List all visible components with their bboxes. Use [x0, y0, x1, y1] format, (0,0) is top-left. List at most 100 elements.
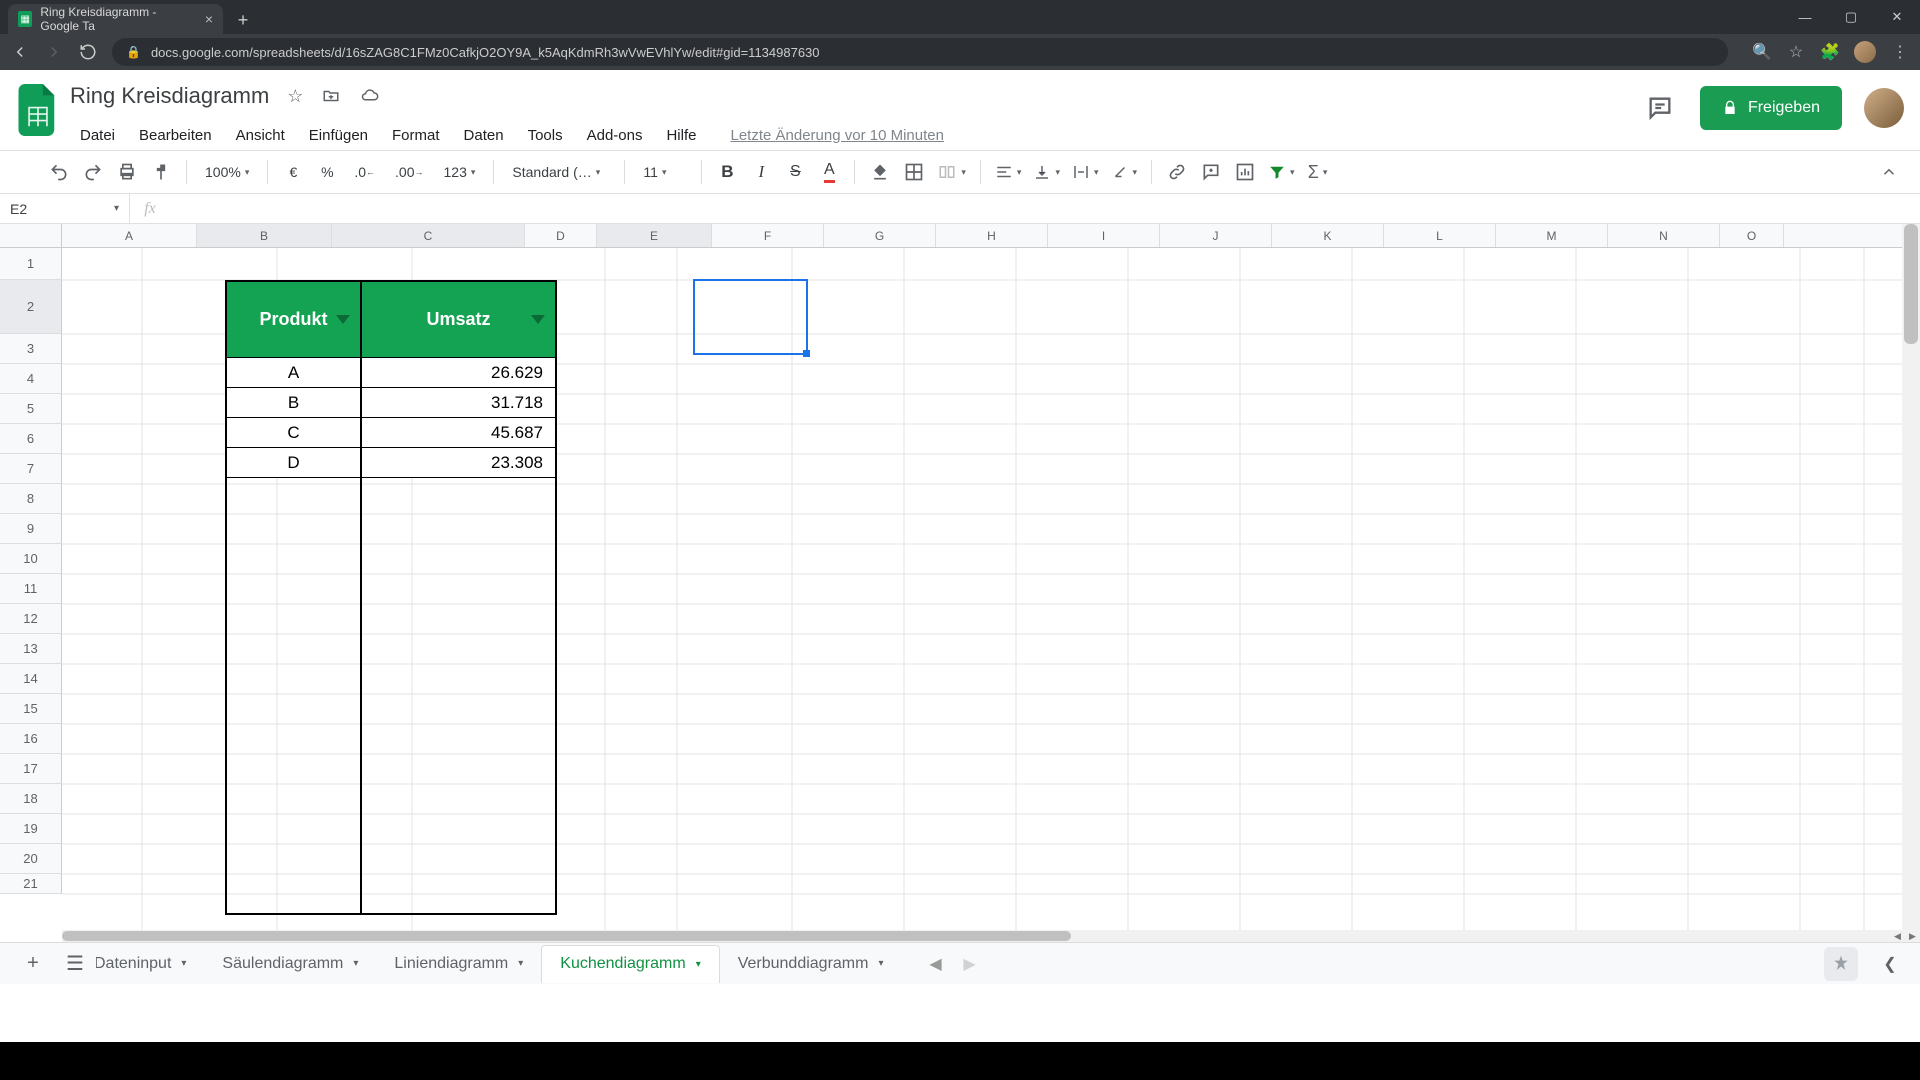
select-all-corner[interactable] [0, 224, 62, 248]
zoom-icon[interactable]: 🔍 [1752, 42, 1772, 62]
text-color-button[interactable]: A [814, 157, 844, 187]
vertical-align-button[interactable] [1029, 157, 1064, 187]
text-rotation-button[interactable] [1107, 157, 1142, 187]
column-header-I[interactable]: I [1048, 224, 1160, 247]
account-avatar[interactable] [1864, 88, 1904, 128]
table-row[interactable]: A26.629 [227, 357, 555, 387]
vertical-scrollbar[interactable] [1902, 224, 1920, 930]
collapse-toolbar-button[interactable] [1874, 157, 1904, 187]
spreadsheet-grid[interactable]: ABCDEFGHIJKLMNO 123456789101112131415161… [0, 224, 1920, 942]
menu-view[interactable]: Ansicht [226, 123, 295, 148]
sheet-tab-verbunddiagramm[interactable]: Verbunddiagramm▾ [720, 945, 902, 983]
italic-button[interactable]: I [746, 157, 776, 187]
table-header-revenue[interactable]: Umsatz [362, 282, 555, 357]
reload-button[interactable] [78, 42, 98, 62]
row-header-20[interactable]: 20 [0, 844, 62, 874]
more-formats-dropdown[interactable]: 123 [436, 157, 484, 187]
row-header-21[interactable]: 21 [0, 874, 62, 894]
column-header-F[interactable]: F [712, 224, 824, 247]
menu-format[interactable]: Format [382, 123, 450, 148]
chevron-down-icon[interactable]: ▾ [353, 958, 358, 969]
filter-icon[interactable] [336, 315, 350, 324]
table-row[interactable]: B31.718 [227, 387, 555, 417]
bold-button[interactable]: B [712, 157, 742, 187]
column-header-L[interactable]: L [1384, 224, 1496, 247]
cell-revenue[interactable]: 26.629 [362, 357, 555, 387]
row-header-9[interactable]: 9 [0, 514, 62, 544]
window-minimize-button[interactable]: — [1782, 0, 1828, 34]
cell-product[interactable]: A [227, 357, 362, 387]
column-header-C[interactable]: C [332, 224, 525, 247]
menu-help[interactable]: Hilfe [656, 123, 706, 148]
cell-revenue[interactable]: 31.718 [362, 387, 555, 417]
column-header-B[interactable]: B [197, 224, 332, 247]
chrome-menu-icon[interactable]: ⋮ [1890, 42, 1910, 62]
row-header-10[interactable]: 10 [0, 544, 62, 574]
table-row[interactable]: C45.687 [227, 417, 555, 447]
row-header-13[interactable]: 13 [0, 634, 62, 664]
text-wrap-button[interactable] [1068, 157, 1103, 187]
row-header-17[interactable]: 17 [0, 754, 62, 784]
row-header-12[interactable]: 12 [0, 604, 62, 634]
chevron-down-icon[interactable]: ▾ [878, 958, 883, 969]
format-currency-button[interactable]: € [278, 157, 308, 187]
format-percent-button[interactable]: % [312, 157, 342, 187]
scroll-right-button[interactable]: ▶ [1905, 930, 1920, 942]
sheet-tab-dateninput[interactable]: Dateninput▾ [96, 945, 204, 983]
menu-data[interactable]: Daten [454, 123, 514, 148]
row-header-15[interactable]: 15 [0, 694, 62, 724]
cloud-status-icon[interactable] [359, 87, 381, 105]
comments-button[interactable] [1638, 86, 1682, 130]
column-header-N[interactable]: N [1608, 224, 1720, 247]
close-icon[interactable]: × [205, 11, 213, 27]
cell-product[interactable]: C [227, 417, 362, 447]
sheet-tab-liniendiagramm[interactable]: Liniendiagramm▾ [376, 945, 541, 983]
row-header-4[interactable]: 4 [0, 364, 62, 394]
all-sheets-button[interactable]: ☰ [58, 947, 92, 981]
table-header-product[interactable]: Produkt [227, 282, 362, 357]
row-header-2[interactable]: 2 [0, 280, 62, 334]
window-maximize-button[interactable]: ▢ [1828, 0, 1874, 34]
paint-format-button[interactable] [146, 157, 176, 187]
window-close-button[interactable]: ✕ [1874, 0, 1920, 34]
menu-file[interactable]: Datei [70, 123, 125, 148]
cell-product[interactable]: D [227, 447, 362, 477]
insert-chart-button[interactable] [1230, 157, 1260, 187]
row-header-11[interactable]: 11 [0, 574, 62, 604]
column-header-O[interactable]: O [1720, 224, 1784, 247]
column-header-E[interactable]: E [597, 224, 712, 247]
profile-avatar[interactable] [1854, 41, 1876, 63]
name-box[interactable]: E2 ▾ [0, 194, 130, 224]
table-row[interactable]: D23.308 [227, 447, 555, 477]
column-headers[interactable]: ABCDEFGHIJKLMNO [62, 224, 1920, 248]
star-icon[interactable]: ☆ [287, 86, 303, 107]
menu-addons[interactable]: Add-ons [577, 123, 653, 148]
url-input[interactable]: 🔒 docs.google.com/spreadsheets/d/16sZAG8… [112, 38, 1728, 66]
browser-tab[interactable]: ▦ Ring Kreisdiagramm - Google Ta × [8, 4, 223, 34]
move-icon[interactable] [321, 87, 341, 105]
add-sheet-button[interactable]: + [16, 947, 50, 981]
decrease-decimal-button[interactable]: .0← [346, 157, 383, 187]
font-family-dropdown[interactable]: Standard (… [504, 157, 614, 187]
menu-tools[interactable]: Tools [518, 123, 573, 148]
sheets-logo-icon[interactable] [14, 80, 62, 140]
row-header-3[interactable]: 3 [0, 334, 62, 364]
row-header-14[interactable]: 14 [0, 664, 62, 694]
cell-revenue[interactable]: 45.687 [362, 417, 555, 447]
new-tab-button[interactable]: + [229, 6, 257, 34]
column-header-D[interactable]: D [525, 224, 597, 247]
chevron-down-icon[interactable]: ▾ [518, 958, 523, 969]
document-title[interactable]: Ring Kreisdiagramm [70, 83, 269, 109]
merge-cells-button[interactable] [933, 157, 970, 187]
back-button[interactable] [10, 42, 30, 62]
row-header-8[interactable]: 8 [0, 484, 62, 514]
column-header-M[interactable]: M [1496, 224, 1608, 247]
menu-edit[interactable]: Bearbeiten [129, 123, 222, 148]
menu-insert[interactable]: Einfügen [299, 123, 378, 148]
column-header-H[interactable]: H [936, 224, 1048, 247]
column-header-J[interactable]: J [1160, 224, 1272, 247]
side-panel-toggle[interactable]: ❮ [1876, 954, 1904, 974]
chevron-down-icon[interactable]: ▾ [696, 959, 701, 970]
sheet-tab-kuchendiagramm[interactable]: Kuchendiagramm▾ [541, 945, 719, 983]
row-header-7[interactable]: 7 [0, 454, 62, 484]
